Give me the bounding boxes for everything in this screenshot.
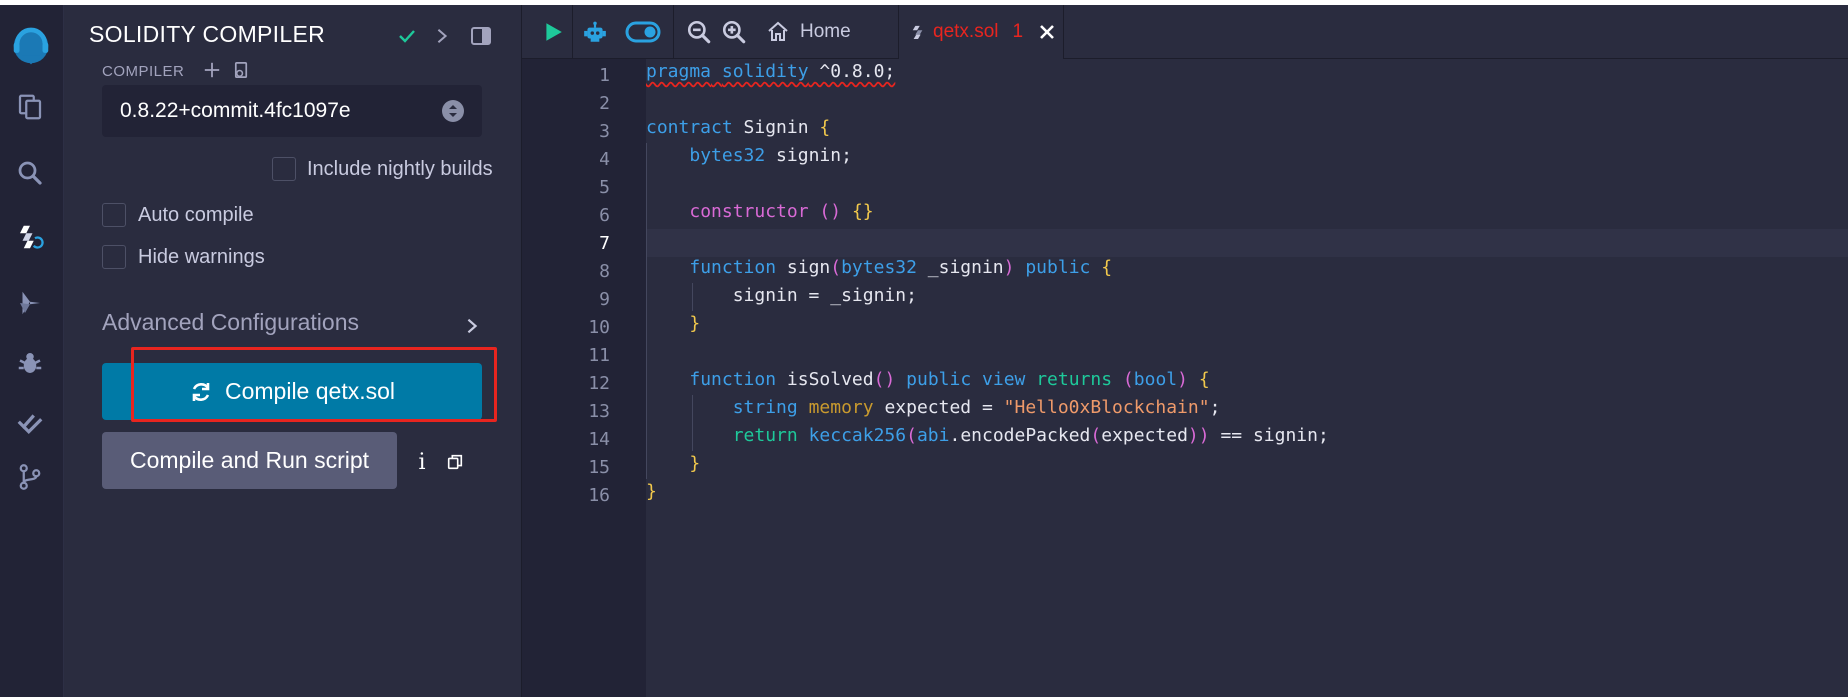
compile-button-label: Compile qetx.sol xyxy=(224,378,396,404)
test-check-icon[interactable] xyxy=(8,401,52,445)
line-number: 12 xyxy=(588,373,610,394)
advanced-configurations-toggle[interactable]: Advanced Configurations xyxy=(102,309,359,336)
tab-file-label: qetx.sol xyxy=(933,21,999,42)
compile-button[interactable]: Compile qetx.sol xyxy=(102,363,482,420)
file-explorer-icon[interactable] xyxy=(8,85,52,129)
line-number: 14 xyxy=(588,429,610,450)
run-icon[interactable] xyxy=(536,15,570,49)
line-number: 11 xyxy=(588,345,610,366)
compile-and-run-button[interactable]: Compile and Run script xyxy=(102,432,397,489)
search-icon[interactable] xyxy=(8,151,52,195)
check-icon xyxy=(394,21,420,51)
line-number: 2 xyxy=(599,93,610,114)
compiler-label: COMPILER xyxy=(102,63,185,80)
code-line: } xyxy=(689,313,701,334)
code-line: signin = _signin; xyxy=(646,285,917,306)
code-line: bytes32 signin; xyxy=(689,145,852,166)
select-arrows-icon xyxy=(442,100,464,122)
tab-qetx-sol[interactable]: qetx.sol 1 xyxy=(898,5,1064,59)
line-number: 16 xyxy=(588,485,610,506)
code-line: return keccak256(abi.encodePacked(expect… xyxy=(732,425,1329,446)
panel-title: SOLIDITY COMPILER xyxy=(89,21,326,47)
line-number-gutter: 1 2 3 4 5 6 7 8 9 10 11 12 13 14 15 16 xyxy=(522,59,646,697)
tab-home[interactable]: Home xyxy=(766,5,892,59)
line-number: 1 xyxy=(599,65,610,86)
solidity-compiler-icon[interactable] xyxy=(8,215,52,259)
compiler-version-value: 0.8.22+commit.4fc1097e xyxy=(120,99,351,122)
git-icon[interactable] xyxy=(8,455,52,499)
remix-logo-icon[interactable] xyxy=(4,19,58,73)
toggle-panel-icon[interactable] xyxy=(468,21,494,51)
code-line: function sign(bytes32 _signin) public { xyxy=(689,257,1113,278)
compile-and-run-label: Compile and Run script xyxy=(129,447,370,473)
icon-rail xyxy=(0,5,64,697)
custom-compiler-icon[interactable] xyxy=(230,58,252,82)
nightly-builds-checkbox[interactable] xyxy=(272,157,296,181)
info-icon[interactable]: i xyxy=(414,447,430,477)
tab-home-label: Home xyxy=(800,21,851,42)
solidity-file-icon xyxy=(911,24,925,40)
chevron-right-icon[interactable] xyxy=(430,21,454,51)
line-number: 6 xyxy=(599,205,610,226)
advanced-configurations-label: Advanced Configurations xyxy=(102,309,359,335)
line-number: 4 xyxy=(599,149,610,170)
toggle-icon[interactable] xyxy=(623,15,663,49)
debugger-icon[interactable] xyxy=(8,341,52,385)
line-number: 5 xyxy=(599,177,610,198)
add-compiler-icon[interactable] xyxy=(202,58,222,82)
zoom-out-icon[interactable] xyxy=(682,15,716,49)
auto-compile-label: Auto compile xyxy=(138,204,254,226)
line-number: 13 xyxy=(588,401,610,422)
line-number: 10 xyxy=(588,317,610,338)
auto-compile-checkbox[interactable] xyxy=(102,203,126,227)
refresh-icon xyxy=(189,380,213,404)
home-icon xyxy=(766,20,790,44)
hide-warnings-checkbox[interactable] xyxy=(102,245,126,269)
zoom-in-icon[interactable] xyxy=(717,15,751,49)
compiler-panel: SOLIDITY COMPILER COMPILER 0.8.22+commit… xyxy=(64,5,522,697)
code-line: contract Signin { xyxy=(646,117,831,138)
code-editor[interactable]: pragma solidity ^0.8.0; contract Signin … xyxy=(646,59,1848,697)
code-line: pragma solidity ^0.8.0; xyxy=(646,61,896,82)
copilot-bot-icon[interactable] xyxy=(578,15,612,49)
code-line: } xyxy=(646,481,657,502)
deploy-run-icon[interactable] xyxy=(8,281,52,325)
tab-problems-count: 1 xyxy=(1012,21,1024,42)
advanced-chevron-icon[interactable] xyxy=(462,311,482,341)
line-number: 9 xyxy=(599,289,610,310)
toolbar-separator xyxy=(572,5,573,59)
copy-icon[interactable] xyxy=(444,447,466,477)
line-number: 15 xyxy=(588,457,610,478)
code-line: constructor () {} xyxy=(689,201,874,222)
code-line: string memory expected = "Hello0xBlockch… xyxy=(732,397,1221,418)
editor-tabbar: Home qetx.sol 1 xyxy=(522,5,1848,59)
code-line: function isSolved() public view returns … xyxy=(689,369,1210,390)
compiler-version-select[interactable]: 0.8.22+commit.4fc1097e xyxy=(102,85,482,137)
line-number-current: 7 xyxy=(599,233,610,254)
current-line-highlight xyxy=(646,229,1848,257)
hide-warnings-label: Hide warnings xyxy=(138,246,265,268)
close-icon[interactable] xyxy=(1039,24,1055,40)
remix-ide-window: SOLIDITY COMPILER COMPILER 0.8.22+commit… xyxy=(0,5,1848,697)
line-number: 8 xyxy=(599,261,610,282)
line-number: 3 xyxy=(599,121,610,142)
nightly-builds-label: Include nightly builds xyxy=(307,158,493,180)
toolbar-separator xyxy=(673,5,674,59)
code-line: } xyxy=(689,453,701,474)
